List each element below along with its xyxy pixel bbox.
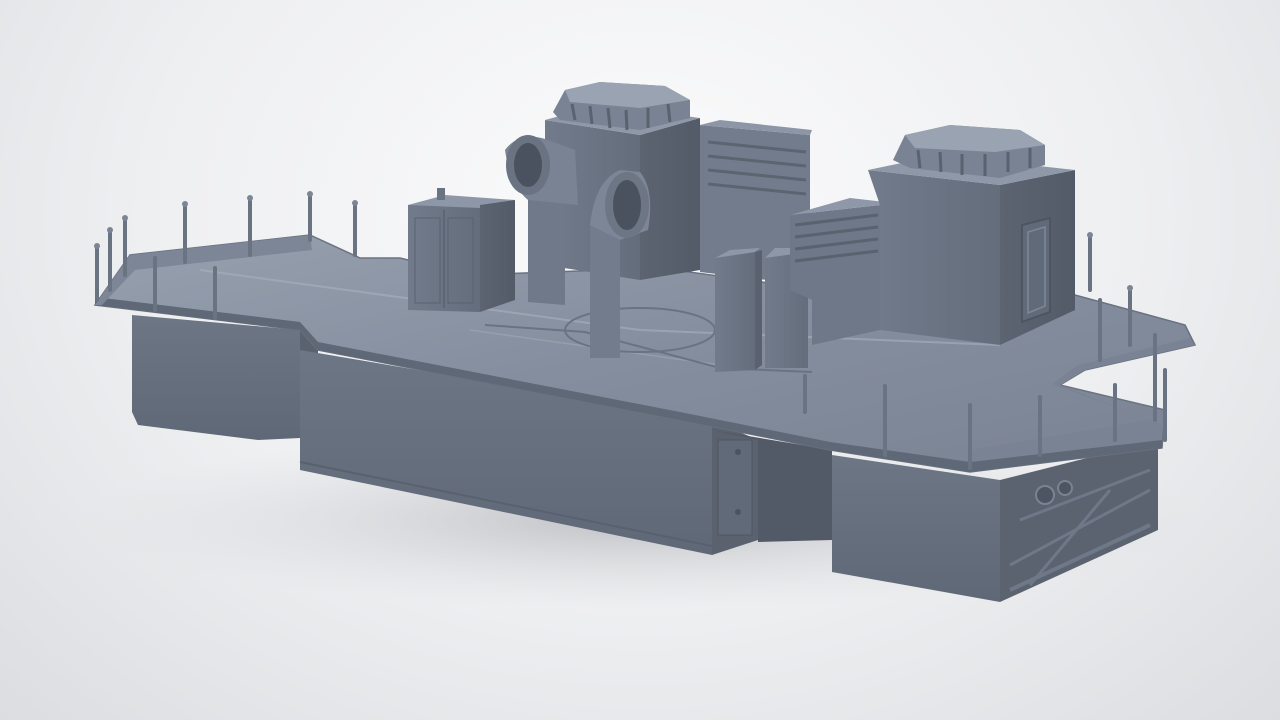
cabinet-pair-left bbox=[408, 188, 515, 312]
ship-deck-model bbox=[80, 82, 1200, 610]
hatch-door bbox=[1021, 216, 1051, 324]
render-viewport bbox=[0, 0, 1280, 720]
hull-block-left bbox=[132, 315, 318, 440]
cabinet-center-a bbox=[715, 248, 762, 372]
